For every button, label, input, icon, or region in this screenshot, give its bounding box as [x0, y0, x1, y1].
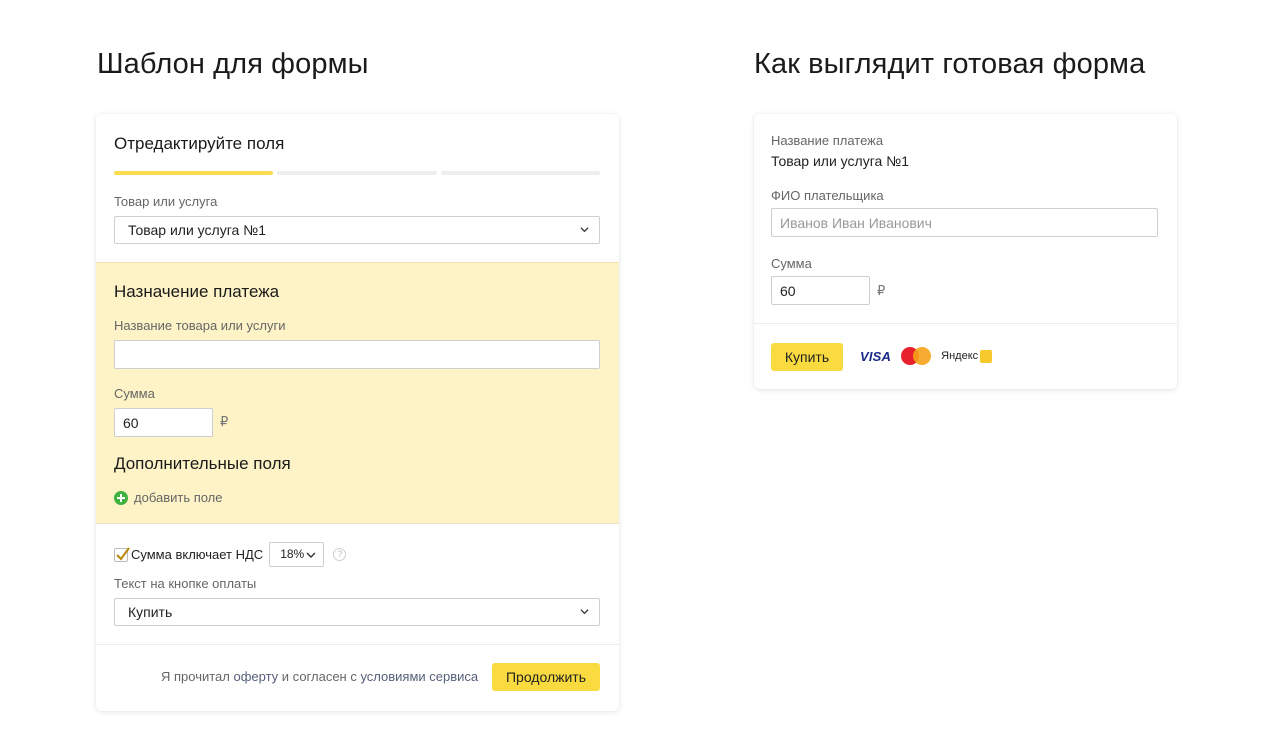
button-text-value: Купить: [128, 604, 173, 620]
progress-step-1: [114, 171, 274, 175]
agree-middle: и согласен с: [278, 669, 361, 684]
preview-currency-sign: ₽: [877, 283, 886, 298]
wallet-icon: [980, 349, 993, 363]
amount-input[interactable]: 60: [114, 408, 213, 437]
product-name-label: Название товара или услуги: [114, 318, 286, 333]
vat-checkbox[interactable]: [114, 546, 130, 562]
button-text-label: Текст на кнопке оплаты: [114, 576, 257, 591]
step-title: Отредактируйте поля: [114, 134, 285, 153]
add-field-link[interactable]: добавить поле: [114, 490, 223, 505]
payment-name-label: Название платежа: [771, 133, 884, 148]
payer-label: ФИО плательщика: [771, 188, 884, 203]
extra-fields-title: Дополнительные поля: [114, 454, 291, 473]
help-icon[interactable]: ?: [333, 548, 347, 561]
form-template-card: Отредактируйте поля Товар или услуга Тов…: [96, 114, 619, 711]
button-text-select[interactable]: Купить: [114, 598, 600, 626]
purpose-title: Назначение платежа: [114, 282, 280, 301]
yandex-money-text: Яндекс: [941, 350, 979, 362]
add-circle-icon: [114, 490, 128, 505]
continue-button[interactable]: Продолжить: [492, 663, 600, 691]
vat-label: Сумма включает НДС: [131, 547, 264, 562]
preview-divider: [754, 323, 1177, 324]
product-select[interactable]: Товар или услуга №1: [114, 216, 600, 244]
product-select-value: Товар или услуга №1: [128, 222, 266, 238]
checkmark-icon: [116, 546, 130, 561]
preview-heading: Как выглядит готовая форма: [754, 48, 1146, 80]
terms-link[interactable]: условиями сервиса: [360, 669, 478, 684]
currency-sign: ₽: [220, 414, 229, 429]
step-progress: [114, 171, 600, 176]
product-name-input[interactable]: [114, 340, 600, 369]
preview-amount-label: Сумма: [771, 256, 812, 271]
amount-label: Сумма: [114, 386, 155, 401]
form-preview-card: Название платежа Товар или услуга №1 ФИО…: [754, 114, 1177, 389]
footer-divider: [96, 644, 619, 645]
chevron-down-icon: [580, 609, 589, 615]
progress-step-3: [440, 171, 600, 175]
vat-row: Сумма включает НДС 18% ?: [114, 542, 347, 567]
payment-name-value: Товар или услуга №1: [771, 153, 909, 169]
chevron-down-icon: [580, 227, 589, 233]
agree-prefix: Я прочитал: [161, 669, 234, 684]
chevron-down-icon: [306, 552, 316, 558]
agreement-text: Я прочитал оферту и согласен с условиями…: [161, 669, 478, 684]
buy-button[interactable]: Купить: [771, 343, 843, 371]
payer-input[interactable]: Иванов Иван Иванович: [771, 208, 1158, 237]
yandex-money-logo: Яндекс: [941, 349, 993, 363]
mastercard-icon: [901, 347, 932, 365]
product-label: Товар или услуга: [114, 194, 218, 209]
payer-placeholder: Иванов Иван Иванович: [780, 215, 932, 231]
payment-purpose-section: Назначение платежа Название товара или у…: [96, 262, 619, 524]
payment-logos: VISA Яндекс: [860, 347, 993, 365]
vat-rate-select[interactable]: 18%: [269, 542, 325, 567]
preview-amount-input[interactable]: 60: [771, 276, 870, 305]
visa-logo: VISA: [860, 348, 892, 364]
vat-rate-value: 18%: [280, 547, 305, 561]
add-field-label: добавить поле: [134, 490, 223, 505]
progress-step-2: [277, 171, 437, 175]
offer-link[interactable]: оферту: [233, 669, 278, 684]
template-heading: Шаблон для формы: [97, 48, 369, 80]
